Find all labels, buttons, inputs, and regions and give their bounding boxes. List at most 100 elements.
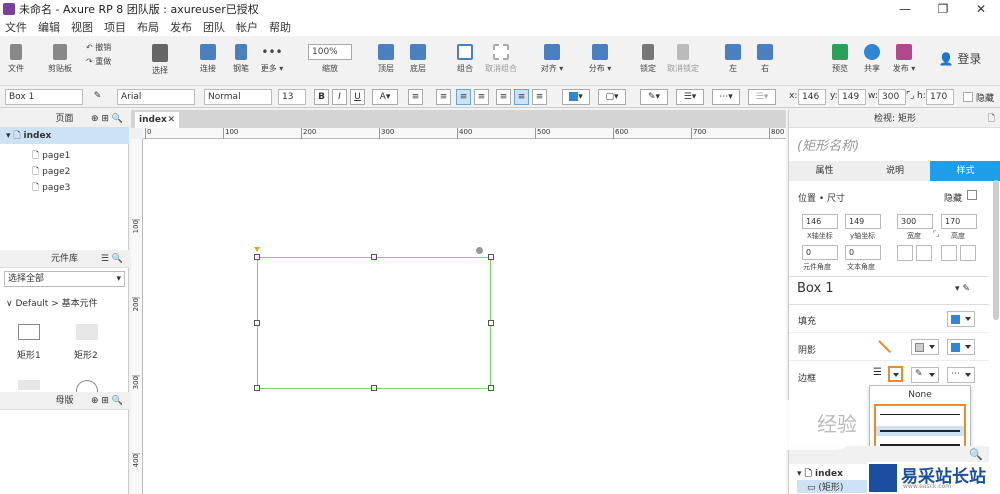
y-input[interactable]: 149	[845, 214, 881, 229]
redo-button[interactable]: ↷ 重做	[86, 56, 126, 67]
bring-to-front-button[interactable]: 顶层	[374, 44, 398, 74]
publish-button[interactable]: 发布 ▾	[890, 44, 918, 74]
menu-help[interactable]: 帮助	[269, 19, 291, 35]
tab-properties[interactable]: 属性	[789, 161, 860, 181]
resize-handle[interactable]	[371, 385, 377, 391]
rectangle2-widget[interactable]	[76, 324, 98, 340]
line-style-button[interactable]: ⋯▾	[712, 89, 740, 105]
rotation-input[interactable]: 0	[802, 245, 838, 260]
menu-account[interactable]: 帐户	[236, 19, 258, 35]
library-group[interactable]: ∨ Default > 基本元件	[6, 296, 98, 309]
font-size-select[interactable]: 13	[278, 89, 306, 105]
menu-publish[interactable]: 发布	[170, 19, 192, 35]
resize-handle[interactable]	[488, 254, 494, 260]
resize-handle[interactable]	[254, 320, 260, 326]
hidden-checkbox[interactable]	[963, 92, 973, 102]
x-field[interactable]: 146	[798, 89, 826, 105]
rectangle-shape[interactable]	[257, 257, 491, 389]
link-aspect-icon[interactable]: ⌜⌟	[933, 230, 940, 238]
style-select[interactable]: Box 1	[797, 281, 834, 296]
library-tools-icons[interactable]: ☰ 🔍	[101, 250, 123, 268]
connect-tool[interactable]: 连接	[196, 44, 220, 74]
select-tool[interactable]: 选择	[142, 44, 178, 76]
library-select[interactable]: 选择全部 ▾	[4, 271, 125, 287]
outer-shadow-picker[interactable]	[911, 339, 939, 355]
minimize-button[interactable]: —	[890, 0, 920, 18]
preview-button[interactable]: 预览	[828, 44, 852, 74]
style-dropdown-arrow[interactable]: ▾ ✎	[955, 284, 970, 294]
y-field[interactable]: 149	[838, 89, 866, 105]
more-tools[interactable]: ••• 更多 ▾	[258, 44, 286, 74]
undo-button[interactable]: ↶ 撤销	[86, 42, 126, 53]
line-2px[interactable]	[876, 426, 964, 436]
align-button[interactable]: 对齐 ▾	[538, 44, 566, 74]
font-family-select[interactable]: Arial	[117, 89, 195, 105]
tab-index[interactable]: index ✕	[135, 112, 179, 128]
resize-handle[interactable]	[254, 254, 260, 260]
link-aspect-icon[interactable]: ⌜⌟	[906, 91, 914, 101]
close-icon[interactable]: ✕	[167, 112, 175, 128]
w-field[interactable]: 300	[878, 89, 906, 105]
unlock-button[interactable]: 取消锁定	[665, 44, 701, 74]
ellipse-widget[interactable]	[76, 380, 98, 392]
close-button[interactable]: ✕	[966, 0, 996, 18]
line-style-picker[interactable]: ⋯	[947, 367, 975, 383]
menu-team[interactable]: 团队	[203, 19, 225, 35]
format-painter-icon[interactable]: ✎	[90, 89, 105, 105]
line-width-icon[interactable]: ☰	[873, 367, 887, 383]
page-tools-icons[interactable]: ⊕ ⊞ 🔍	[91, 110, 123, 128]
underline-button[interactable]: U	[350, 89, 365, 105]
width-input[interactable]: 300	[897, 214, 933, 229]
font-style-select[interactable]: Normal	[204, 89, 272, 105]
rectangle1-widget[interactable]	[18, 324, 40, 340]
outline-rectangle[interactable]: ▭ (矩形)	[797, 480, 867, 493]
menu-edit[interactable]: 编辑	[38, 19, 60, 35]
bold-button[interactable]: B	[314, 89, 329, 105]
page-item[interactable]: 🗋 page3	[32, 180, 70, 196]
arrow-style-button[interactable]: ☰▾	[748, 89, 776, 105]
font-color-button[interactable]: A▾	[372, 89, 398, 105]
new-page-icon[interactable]: 🗋	[988, 110, 995, 128]
group-button[interactable]: 组合	[453, 44, 477, 74]
menu-view[interactable]: 视图	[71, 19, 93, 35]
restore-button[interactable]: ❐	[928, 0, 958, 18]
page-item[interactable]: 🗋 page1	[32, 148, 70, 164]
line-1px[interactable]	[880, 414, 960, 415]
search-icon[interactable]: 🔍	[969, 448, 983, 461]
text-rotation-input[interactable]: 0	[845, 245, 881, 260]
valign-top-button[interactable]: ≡	[496, 89, 511, 105]
rotate-handle[interactable]	[476, 247, 483, 254]
inspector-scrollbar[interactable]	[993, 180, 999, 320]
inner-shadow-picker[interactable]	[947, 339, 975, 355]
page-item[interactable]: 🗋 page2	[32, 164, 70, 180]
fit-width-button[interactable]	[941, 245, 957, 261]
login-button[interactable]: 👤 登录	[938, 50, 982, 67]
distribute-button[interactable]: 分布 ▾	[586, 44, 614, 74]
resize-handle[interactable]	[254, 385, 260, 391]
valign-middle-button[interactable]: ≡	[514, 89, 529, 105]
x-input[interactable]: 146	[802, 214, 838, 229]
master-tools-icons[interactable]: ⊕ ⊞ 🔍	[91, 392, 123, 410]
clipboard-button[interactable]: 剪贴板	[45, 44, 75, 74]
menu-project[interactable]: 项目	[104, 19, 126, 35]
right-button[interactable]: 右	[754, 44, 776, 74]
valign-bottom-button[interactable]: ≡	[532, 89, 547, 105]
menu-file[interactable]: 文件	[5, 19, 27, 35]
italic-button[interactable]: I	[332, 89, 347, 105]
line-color-button[interactable]: ✎▾	[640, 89, 668, 105]
bullet-list-button[interactable]: ≡	[408, 89, 423, 105]
ungroup-button[interactable]: 取消组合	[483, 44, 519, 74]
tab-notes[interactable]: 说明	[860, 161, 930, 181]
fit-height-button[interactable]	[960, 245, 976, 261]
line-width-dropdown[interactable]	[888, 366, 903, 382]
line-color-picker[interactable]: ✎	[911, 367, 939, 383]
resize-handle[interactable]	[488, 320, 494, 326]
zoom-control[interactable]: 100% 缩放	[308, 44, 352, 74]
shape-name-field[interactable]: (矩形名称)	[797, 135, 859, 154]
left-button[interactable]: 左	[722, 44, 744, 74]
widget-name-select[interactable]: Box 1	[5, 89, 83, 105]
fill-color-picker[interactable]	[947, 311, 975, 327]
page-index[interactable]: ▾ 🗋 index	[0, 128, 129, 144]
shadow-button[interactable]: ▢▾	[598, 89, 626, 105]
flip-horizontal-button[interactable]	[916, 245, 932, 261]
